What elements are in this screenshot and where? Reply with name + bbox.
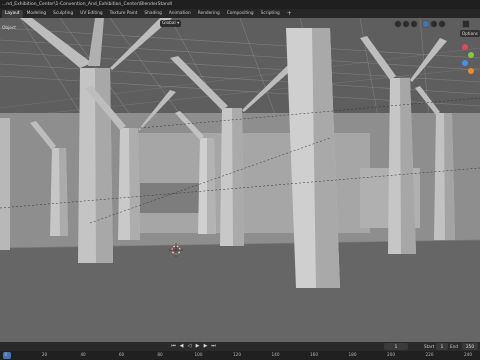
xray-icon[interactable] [410, 20, 418, 28]
ruler-tick-label: 180 [348, 352, 357, 357]
ruler-tick-label: 160 [310, 352, 318, 357]
frame-ruler[interactable]: 0 20 40 60 80 100 120 140 160 180 200 220 240 [0, 351, 480, 360]
gizmo-neg-axis-icon[interactable] [468, 68, 474, 74]
end-frame-field[interactable]: 250 [462, 343, 478, 350]
workspace-tab-layout[interactable]: Layout [2, 9, 23, 18]
gizmo-y-axis-icon[interactable] [468, 52, 474, 58]
transform-orientation-dropdown[interactable]: Global ▾ [160, 20, 182, 27]
next-keyframe-icon[interactable]: ▶ [202, 343, 209, 350]
jump-end-icon[interactable]: ⏭ [210, 343, 217, 350]
navigation-gizmo[interactable] [460, 44, 478, 104]
view-icon[interactable] [394, 20, 402, 28]
options-label: Options [461, 31, 478, 36]
ruler-tick-label: 40 [80, 352, 86, 357]
column-left-edge [0, 118, 10, 250]
workspace-tab-rendering[interactable]: Rendering [195, 10, 223, 18]
window-title: ...nd_Exhibition_Center\1-Convention_And… [2, 2, 172, 7]
solid-shading-icon[interactable] [422, 20, 430, 28]
start-frame-label: Start [424, 344, 435, 349]
ruler-tick-label: 20 [41, 352, 48, 357]
object-mode-label: Object [2, 26, 16, 31]
current-frame-field[interactable]: 1 [384, 343, 408, 350]
ruler-tick-label: 60 [118, 352, 125, 357]
ruler-tick-label: 80 [157, 352, 163, 357]
orientation-label: Global [162, 21, 176, 26]
workspace-tab-compositing[interactable]: Compositing [224, 10, 257, 18]
ruler-tick-label: 140 [271, 352, 280, 357]
ruler-tick-label: 100 [194, 352, 203, 357]
add-workspace-button[interactable]: + [284, 10, 295, 17]
rendered-shading-icon[interactable] [438, 20, 446, 28]
workspace-tab-scripting[interactable]: Scripting [258, 10, 283, 18]
playback-controls: ⏮ ◀ ◁ ▶ ▶ ⏭ 1 Start 1 End 250 [0, 342, 480, 351]
end-frame-label: End [450, 344, 458, 349]
overlay-icon[interactable] [402, 20, 410, 28]
ruler-tick-label: 200 [387, 352, 395, 357]
gizmo-z-axis-icon[interactable] [462, 60, 468, 66]
play-icon[interactable]: ▶ [194, 343, 201, 350]
viewport-scene[interactable] [0, 18, 480, 342]
timeline-editor[interactable]: ⏮ ◀ ◁ ▶ ▶ ⏭ 1 Start 1 End 250 0 20 40 60 80 1… [0, 342, 480, 360]
gizmo-x-axis-icon[interactable] [462, 44, 468, 50]
workspace-tab-sculpting[interactable]: Sculpting [50, 10, 76, 18]
ruler-tick-label: 120 [233, 352, 241, 357]
menu-icon[interactable] [462, 20, 470, 28]
workspace-tab-modeling[interactable]: Modeling [24, 10, 50, 18]
workspace-tab-bar: Layout Modeling Sculpting UV Editing Texture… [0, 9, 480, 18]
prev-keyframe-icon[interactable]: ◀ [178, 343, 185, 350]
floor-plane [0, 240, 480, 342]
ruler-tick-label: 0 [4, 352, 8, 357]
ruler-tick-label: 220 [425, 352, 434, 357]
ruler-tick-label: 240 [464, 352, 472, 357]
object-mode-selector[interactable]: Object [0, 25, 18, 32]
3d-viewport[interactable]: Object Global ▾ Options [0, 18, 480, 342]
workspace-tab-uv-editing[interactable]: UV Editing [77, 10, 105, 18]
workspace-tab-animation[interactable]: Animation [166, 10, 194, 18]
workspace-tab-shading[interactable]: Shading [141, 10, 164, 18]
workspace-tab-texture-paint[interactable]: Texture Paint [107, 10, 141, 18]
material-shading-icon[interactable] [430, 20, 438, 28]
start-frame-field[interactable]: 1 [436, 343, 448, 350]
play-reverse-icon[interactable]: ◁ [186, 343, 193, 350]
options-dropdown[interactable]: Options [459, 30, 480, 37]
window-title-bar: ...nd_Exhibition_Center\1-Convention_And… [0, 0, 480, 9]
jump-start-icon[interactable]: ⏮ [170, 343, 177, 350]
